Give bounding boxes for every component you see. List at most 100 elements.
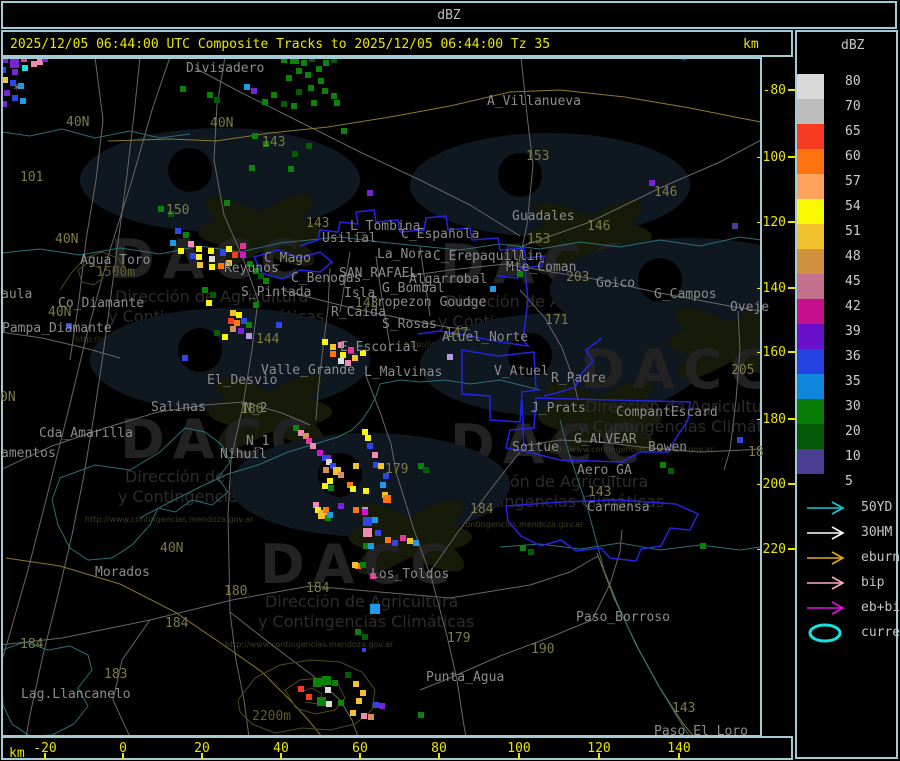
radar-echo-cell — [228, 318, 234, 324]
radar-echo-cell — [3, 101, 7, 107]
radar-echo-cell — [180, 86, 186, 92]
radar-echo-cell — [331, 59, 337, 63]
radar-echo-cell — [375, 530, 381, 536]
radar-echo-cell — [3, 59, 8, 63]
radar-echo-cell — [373, 702, 379, 708]
radar-echo-cell — [413, 540, 419, 546]
radar-echo-cell — [18, 83, 24, 89]
road-line — [419, 246, 431, 317]
river-line — [3, 641, 93, 735]
radar-echo-cell — [230, 310, 236, 316]
scale-block — [797, 74, 824, 99]
radar-echo-cell — [222, 334, 228, 340]
radar-echo-cell — [323, 467, 329, 473]
radar-echo-cell — [308, 85, 314, 91]
radar-echo-cell — [361, 713, 367, 719]
watermark-org-line2: y Contingencias Climáticas — [578, 417, 794, 436]
radar-echo-cell — [218, 263, 224, 269]
radar-echo-cell — [380, 482, 386, 488]
scale-block — [797, 299, 824, 324]
scale-label: 65 — [845, 124, 861, 139]
radar-echo-cell — [10, 59, 19, 68]
radar-echo-cell — [251, 88, 257, 94]
radar-echo-cell — [353, 507, 359, 513]
radar-echo-cell — [238, 328, 244, 334]
radar-echo-cell — [322, 676, 331, 685]
radar-echo-cell — [42, 59, 48, 62]
radar-echo-cell — [316, 66, 322, 72]
radar-echo-cell — [310, 443, 316, 449]
radar-echo-cell — [10, 80, 16, 86]
radar-echo-cell — [370, 573, 376, 579]
radar-echo-cell — [327, 512, 333, 518]
radar-echo-cell — [649, 180, 655, 186]
radar-echo-cell — [296, 68, 302, 74]
scale-block — [797, 224, 824, 249]
scale-label-bottom: 5 — [845, 474, 853, 489]
radar-echo-cell — [330, 344, 336, 350]
legend-label: eburn — [861, 550, 900, 565]
radar-echo-cell — [31, 61, 37, 67]
radar-echo-cell — [190, 253, 196, 259]
radar-echo-cell — [12, 69, 18, 75]
scale-label: 70 — [845, 99, 861, 114]
radar-echo-cell — [246, 333, 252, 339]
radar-echo-cell — [345, 672, 351, 678]
radar-echo-cell — [246, 322, 252, 328]
legend-label: 50YD — [861, 500, 893, 515]
right-panel: dBZ 80 70 65 60 57 54 51 48 45 42 39 36 35 30 20 10 5 50… — [795, 30, 900, 759]
radar-echo-cell — [182, 355, 188, 361]
radar-echo-cell — [288, 166, 294, 172]
radar-echo-cell — [330, 351, 336, 357]
radar-echo-cell — [490, 286, 496, 292]
radar-echo-cell — [188, 241, 194, 247]
radar-echo-cell — [360, 690, 366, 696]
radar-echo-cell — [178, 248, 184, 254]
scale-block — [797, 449, 824, 474]
radar-echo-cell — [234, 320, 240, 326]
map-canvas: DACC Dirección de Agricultura y Contingenc… — [3, 59, 794, 735]
radar-echo-cell — [392, 540, 398, 546]
radar-echo-cell — [196, 254, 202, 260]
radar-echo-cell — [183, 232, 189, 238]
radar-echo-cell — [418, 712, 424, 718]
radar-echo-cell — [350, 710, 356, 716]
road-line — [449, 555, 599, 599]
radar-echo-cell — [332, 680, 338, 686]
radar-echo-cell — [372, 517, 378, 523]
radar-echo-cell — [362, 509, 368, 515]
radar-echo-cell — [668, 468, 674, 474]
legend-label: bip — [861, 575, 885, 590]
radar-echo-cell — [322, 339, 328, 345]
radar-echo-cell — [226, 260, 232, 266]
radar-echo-cell — [296, 89, 302, 95]
radar-echo-cell — [244, 84, 250, 90]
radar-echo-cell — [232, 252, 238, 258]
scale-block — [797, 349, 824, 374]
radar-echo-cell — [338, 700, 344, 706]
radar-echo-cell — [355, 629, 361, 635]
radar-echo-cell — [66, 323, 72, 329]
scale-block — [797, 174, 824, 199]
radar-echo-cell — [158, 206, 164, 212]
radar-echo-cell — [247, 261, 253, 267]
radar-echo-cell — [400, 535, 406, 541]
radar-echo-cell — [306, 143, 312, 149]
radar-echo-cell — [362, 634, 368, 640]
radar-echo-cell — [202, 287, 208, 293]
watermark-acronym: DACC — [110, 228, 308, 291]
radar-echo-cell — [220, 250, 226, 256]
axis-tick — [359, 753, 361, 759]
radar-echo-cell — [305, 72, 311, 78]
radar-echo-cell — [298, 686, 304, 692]
radar-echo-cell — [196, 246, 202, 252]
radar-echo-cell — [328, 485, 334, 491]
scale-block — [797, 124, 824, 149]
watermark-url: http://www.contingencias.mendoza.gov.ar — [545, 445, 714, 454]
scale-block — [797, 99, 824, 124]
radar-echo-cell — [385, 537, 391, 543]
radar-echo-cell — [214, 330, 220, 336]
radar-echo-cell — [341, 128, 347, 134]
radar-echo-cell — [206, 300, 212, 306]
radar-echo-cell — [352, 355, 358, 361]
